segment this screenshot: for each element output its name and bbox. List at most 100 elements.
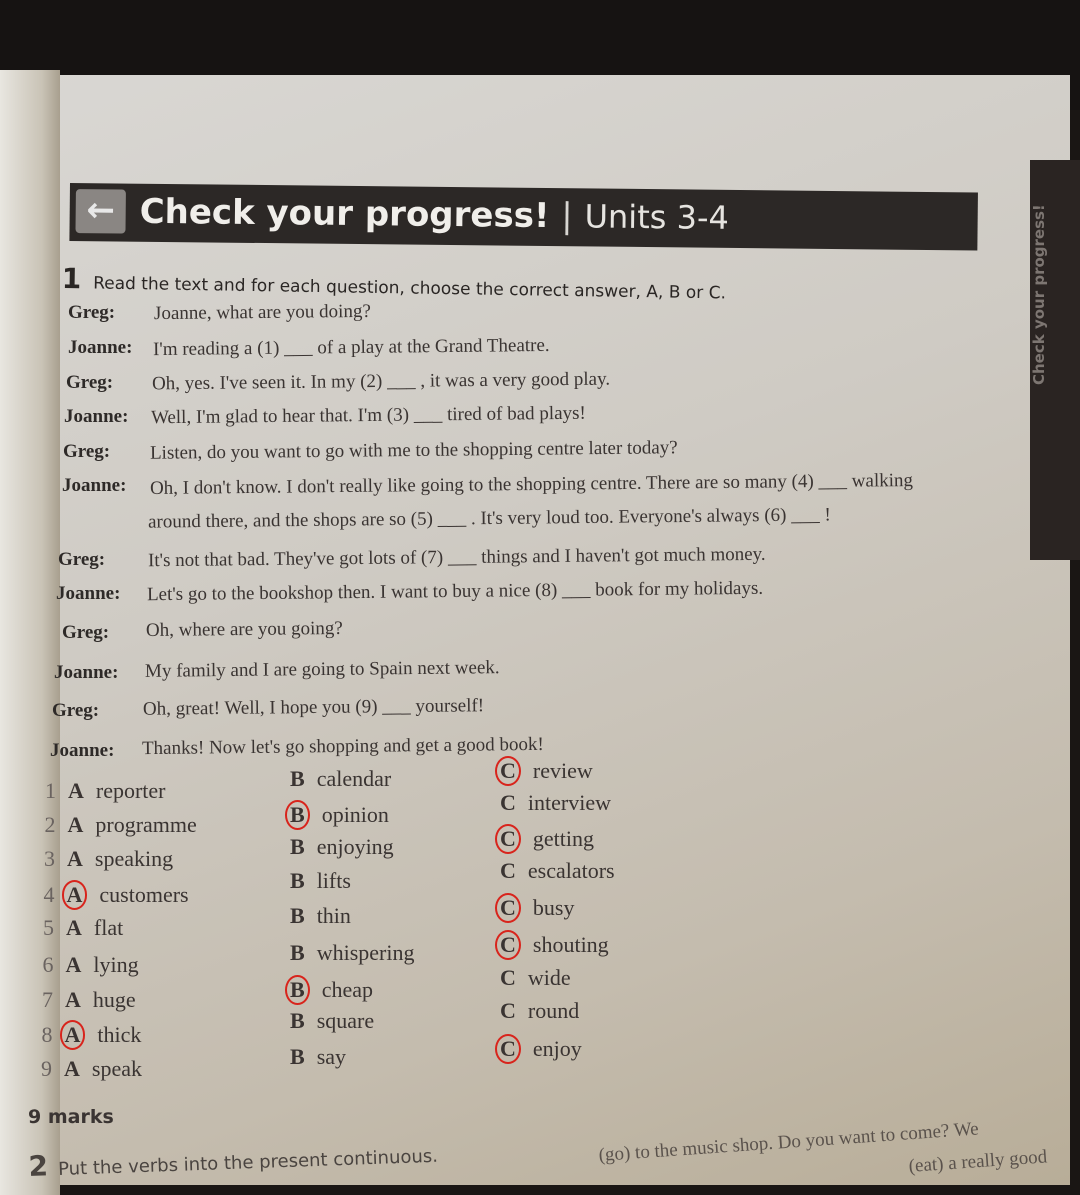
option-8-a[interactable]: 8 Athick — [41, 1020, 142, 1050]
option-text: enjoying — [316, 834, 394, 859]
option-text: customers — [99, 882, 189, 907]
question-number: 7 — [42, 987, 53, 1012]
option-letter: A — [65, 952, 82, 977]
dialogue-line: I'm reading a (1) ___ of a play at the G… — [152, 334, 550, 360]
option-letter: C — [500, 858, 516, 883]
option-8-c[interactable]: Cround — [500, 998, 579, 1024]
question-number: 8 — [41, 1022, 53, 1047]
question-number: 2 — [44, 812, 56, 837]
speaker-name: Joanne: — [54, 662, 119, 683]
option-text: round — [527, 998, 580, 1023]
side-tab-label: Check your progress! — [1030, 204, 1048, 386]
option-4-c[interactable]: Cescalators — [500, 858, 615, 884]
option-9-c[interactable]: Cenjoy — [495, 1034, 582, 1064]
option-text: say — [316, 1044, 347, 1069]
option-8-b[interactable]: Bsquare — [290, 1008, 374, 1034]
option-7-a[interactable]: 7 Ahuge — [42, 987, 136, 1013]
option-letter: A — [67, 846, 83, 871]
option-letter: C — [500, 965, 516, 990]
option-text: review — [532, 758, 593, 783]
option-3-c[interactable]: Cgetting — [495, 824, 594, 854]
section-header: ← Check your progress! | Units 3-4 — [69, 183, 978, 251]
option-letter: B — [290, 868, 305, 893]
option-2-c[interactable]: Cinterview — [500, 790, 611, 816]
circled-answer-mark: C — [495, 756, 521, 786]
option-2-a[interactable]: 2 Aprogramme — [45, 812, 197, 838]
option-letter: A — [65, 987, 81, 1012]
option-9-b[interactable]: Bsay — [290, 1044, 346, 1070]
option-letter: A — [66, 915, 82, 940]
option-2-b[interactable]: Bopinion — [285, 800, 389, 830]
option-letter: B — [290, 1008, 305, 1033]
option-letter: C — [500, 790, 516, 815]
option-text: thin — [316, 903, 351, 928]
speaker-name: Greg: — [58, 549, 106, 570]
option-5-c[interactable]: Cbusy — [495, 893, 575, 923]
option-1-b[interactable]: Bcalendar — [290, 766, 391, 792]
option-text: flat — [93, 915, 124, 940]
circled-answer-mark: C — [495, 893, 521, 923]
option-text: wide — [527, 965, 571, 990]
speaker-name: Joanne: — [68, 337, 133, 358]
speaker-name: Joanne: — [56, 583, 121, 604]
circled-answer-mark: C — [495, 930, 521, 960]
dialogue-line: Joanne, what are you doing? — [153, 300, 371, 325]
option-text: reporter — [95, 778, 166, 803]
option-letter: B — [290, 903, 305, 928]
option-text: lying — [93, 952, 139, 977]
arrow-left-icon: ← — [75, 189, 126, 234]
option-text: calendar — [316, 766, 392, 791]
question-number: 6 — [42, 952, 54, 977]
option-7-c[interactable]: Cwide — [500, 965, 571, 991]
question-number: 4 — [43, 882, 55, 907]
option-1-a[interactable]: 1 Areporter — [45, 778, 166, 804]
speaker-name: Joanne: — [62, 475, 127, 496]
option-text: square — [316, 1008, 375, 1033]
option-letter: C — [500, 998, 516, 1023]
option-text: shouting — [532, 932, 609, 957]
circled-answer-mark: A — [61, 880, 88, 910]
question-number: 3 — [44, 846, 55, 871]
option-text: interview — [527, 790, 611, 815]
option-text: cheap — [321, 977, 373, 1002]
option-9-a[interactable]: 9 Aspeak — [41, 1056, 142, 1082]
speaker-name: Greg: — [52, 700, 100, 721]
exercise-number: 1 — [61, 262, 82, 296]
header-units: Units 3-4 — [584, 197, 730, 237]
header-title: Check your progress! — [139, 191, 550, 237]
option-3-a[interactable]: 3 Aspeaking — [44, 846, 173, 872]
option-letter: B — [290, 940, 305, 965]
option-6-c[interactable]: Cshouting — [495, 930, 609, 960]
option-6-a[interactable]: 6 Alying — [43, 952, 139, 978]
dialogue-line: Oh, where are you going? — [145, 618, 343, 642]
circled-answer-mark: C — [495, 824, 521, 854]
circled-answer-mark: B — [285, 800, 310, 830]
option-1-c[interactable]: Creview — [495, 756, 593, 786]
option-4-a[interactable]: 4 Acustomers — [44, 880, 189, 910]
option-text: busy — [532, 895, 575, 920]
option-4-b[interactable]: Blifts — [290, 868, 351, 894]
circled-answer-mark: B — [285, 975, 310, 1005]
option-letter: A — [68, 778, 84, 803]
option-letter: A — [67, 812, 84, 837]
question-number: 9 — [41, 1056, 52, 1081]
question-number: 1 — [45, 778, 56, 803]
option-5-a[interactable]: 5 Aflat — [43, 915, 123, 941]
header-separator: | — [561, 196, 573, 237]
option-3-b[interactable]: Benjoying — [290, 834, 394, 860]
option-6-b[interactable]: Bwhispering — [290, 940, 414, 966]
option-letter: B — [290, 766, 305, 791]
option-5-b[interactable]: Bthin — [290, 903, 351, 929]
option-text: enjoy — [532, 1036, 582, 1061]
option-7-b[interactable]: Bcheap — [285, 975, 373, 1005]
dialogue-line: My family and I are going to Spain next … — [144, 657, 500, 682]
option-letter: B — [290, 1044, 305, 1069]
speaker-name: Greg: — [62, 622, 110, 643]
option-text: thick — [97, 1022, 142, 1047]
speaker-name: Greg: — [63, 441, 111, 462]
speaker-name: Greg: — [66, 372, 114, 393]
option-text: opinion — [321, 802, 389, 827]
speaker-name: Joanne: — [64, 406, 129, 427]
option-text: getting — [532, 826, 594, 851]
circled-answer-mark: C — [495, 1034, 521, 1064]
